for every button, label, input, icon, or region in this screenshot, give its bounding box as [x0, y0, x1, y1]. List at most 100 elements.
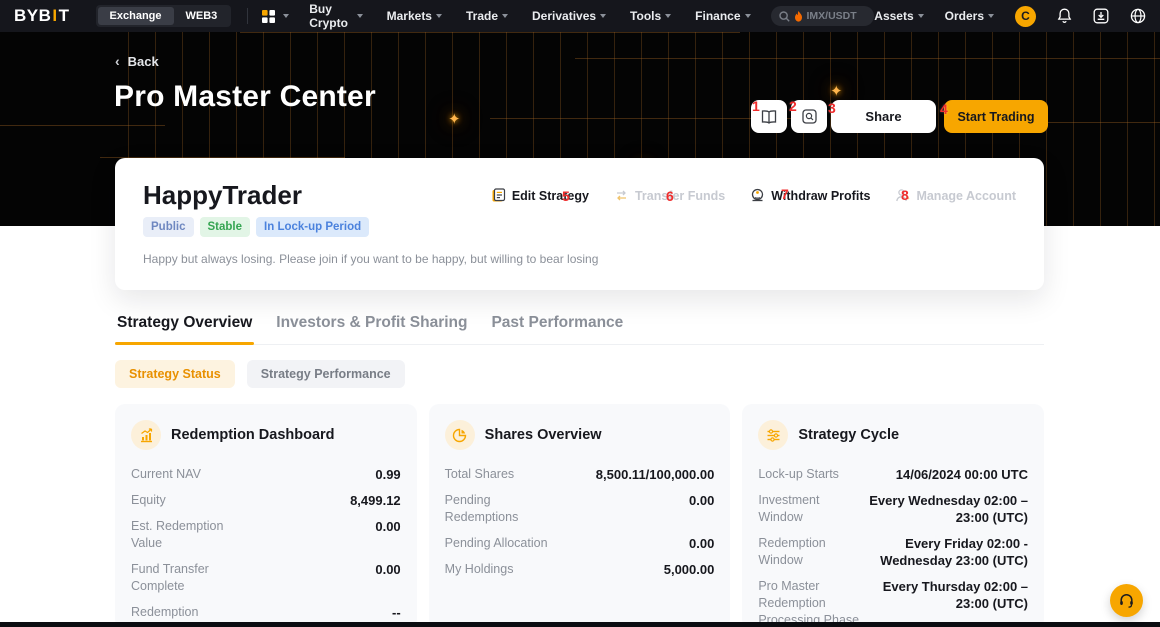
bybit-logo[interactable]: BYBIT [14, 6, 70, 26]
card-title: Shares Overview [485, 427, 602, 443]
stat-row: Lock-up Starts14/06/2024 00:00 UTC [758, 466, 1028, 483]
edit-document-icon [491, 188, 506, 203]
back-label: Back [128, 54, 159, 69]
sliders-icon [758, 420, 788, 450]
avatar[interactable]: C [1015, 6, 1036, 27]
sub-tabs: Strategy Status Strategy Performance [115, 360, 1044, 388]
card-title: Strategy Cycle [798, 427, 899, 443]
start-trading-button[interactable]: Start Trading [944, 100, 1048, 133]
badge-stable: Stable [200, 217, 251, 237]
tab-investors-profit-sharing[interactable]: Investors & Profit Sharing [274, 308, 469, 344]
shares-overview-card: Shares Overview Total Shares8,500.11/100… [429, 404, 731, 627]
apps-menu-button[interactable] [262, 10, 289, 23]
tab-strategy-overview[interactable]: Strategy Overview [115, 308, 254, 344]
stat-row: Est. Redemption Value0.00 [131, 518, 401, 552]
withdraw-profits-button[interactable]: Withdraw Profits [750, 188, 870, 203]
stat-row: Investment WindowEvery Wednesday 02:00 –… [758, 492, 1028, 526]
logo-text-2: T [59, 6, 70, 26]
pie-chart-icon [445, 420, 475, 450]
annotation-mark-8: 8 [901, 188, 909, 202]
nav-menu: Buy Crypto Markets Trade Derivatives Too… [309, 2, 750, 30]
nav-item-trade[interactable]: Trade [466, 9, 508, 23]
search-input[interactable]: IMX/USDT [771, 6, 875, 26]
nav-item-finance[interactable]: Finance [695, 9, 750, 23]
stat-row: Redemption WindowEvery Friday 02:00 - We… [758, 535, 1028, 569]
annotation-mark-6: 6 [666, 189, 674, 203]
stat-row: Equity8,499.12 [131, 492, 401, 509]
stat-row: Total Shares8,500.11/100,000.00 [445, 466, 715, 483]
card-title: Redemption Dashboard [171, 427, 335, 443]
page-title: Pro Master Center [114, 80, 376, 114]
logo-accent: I [52, 6, 57, 26]
book-icon [761, 110, 777, 124]
sparkle-icon: ✦ [448, 110, 461, 128]
chevron-down-icon [745, 14, 751, 18]
annotation-mark-7: 7 [781, 187, 789, 201]
chevron-down-icon [283, 14, 289, 18]
annotation-mark-1: 1 [752, 99, 760, 113]
chevron-down-icon [502, 14, 508, 18]
transfer-arrows-icon [614, 188, 629, 203]
support-chat-button[interactable] [1110, 584, 1143, 617]
annotation-mark-3: 3 [828, 101, 836, 115]
nav-item-derivatives[interactable]: Derivatives [532, 9, 606, 23]
nav-item-buy-crypto[interactable]: Buy Crypto [309, 2, 362, 30]
logo-text: BYB [14, 6, 51, 26]
download-app-icon[interactable] [1093, 8, 1109, 24]
headset-icon [1118, 592, 1135, 609]
nav-item-tools[interactable]: Tools [630, 9, 671, 23]
subtab-strategy-status[interactable]: Strategy Status [115, 360, 235, 388]
stat-row: My Holdings5,000.00 [445, 561, 715, 578]
nav-divider [247, 8, 248, 24]
nav-right: Assets Orders C [874, 6, 1146, 27]
tab-web3[interactable]: WEB3 [174, 7, 230, 25]
badge-lockup: In Lock-up Period [256, 217, 369, 237]
chevron-down-icon [357, 14, 363, 18]
chevron-down-icon [436, 14, 442, 18]
tab-past-performance[interactable]: Past Performance [489, 308, 625, 344]
chevron-down-icon [918, 14, 924, 18]
share-button[interactable]: Share [831, 100, 936, 133]
search-pair-text: IMX/USDT [807, 10, 857, 22]
status-cards: Redemption Dashboard Current NAV0.99 Equ… [115, 404, 1044, 627]
chevron-down-icon [988, 14, 994, 18]
edit-strategy-button[interactable]: Edit Strategy [491, 188, 589, 203]
nav-item-assets[interactable]: Assets [874, 9, 923, 23]
flame-icon [794, 11, 803, 22]
tab-exchange[interactable]: Exchange [98, 7, 174, 25]
bar-chart-icon [131, 420, 161, 450]
language-globe-icon[interactable] [1130, 8, 1146, 24]
subtab-strategy-performance[interactable]: Strategy Performance [247, 360, 405, 388]
stat-row: Current NAV0.99 [131, 466, 401, 483]
stat-row: Fund Transfer Complete0.00 [131, 561, 401, 595]
withdraw-coin-icon [750, 188, 765, 203]
main-content: Strategy Overview Investors & Profit Sha… [115, 308, 1044, 627]
notifications-bell-icon[interactable] [1057, 8, 1072, 24]
pro-master-center-page: BYBIT Exchange WEB3 Buy Crypto Markets T… [0, 0, 1160, 627]
manage-account-button[interactable]: Manage Account [895, 188, 1016, 203]
stat-row: Pro Master Redemption Processing PhaseEv… [758, 578, 1028, 627]
bottom-bar [0, 622, 1160, 627]
top-navbar: BYBIT Exchange WEB3 Buy Crypto Markets T… [0, 0, 1160, 32]
sparkle-icon: ✦ [830, 82, 843, 100]
annotation-mark-4: 4 [940, 102, 948, 116]
stat-row: Pending Redemptions0.00 [445, 492, 715, 526]
preview-search-icon [802, 109, 817, 124]
stat-row: Pending Allocation0.00 [445, 535, 715, 552]
main-tabs: Strategy Overview Investors & Profit Sha… [115, 308, 1044, 345]
back-button[interactable]: ‹ Back [115, 53, 159, 69]
chevron-down-icon [665, 14, 671, 18]
badge-public: Public [143, 217, 194, 237]
nav-item-orders[interactable]: Orders [945, 9, 994, 23]
badges: Public Stable In Lock-up Period [143, 217, 1016, 237]
redemption-dashboard-card: Redemption Dashboard Current NAV0.99 Equ… [115, 404, 417, 627]
strategy-profile-card: HappyTrader Public Stable In Lock-up Per… [115, 158, 1044, 290]
annotation-mark-5: 5 [562, 189, 570, 203]
search-icon [779, 11, 790, 22]
annotation-mark-2: 2 [789, 99, 797, 113]
nav-item-markets[interactable]: Markets [387, 9, 442, 23]
apps-grid-icon [262, 10, 275, 23]
chevron-down-icon [600, 14, 606, 18]
strategy-description: Happy but always losing. Please join if … [143, 252, 1016, 266]
strategy-cycle-card: Strategy Cycle Lock-up Starts14/06/2024 … [742, 404, 1044, 627]
